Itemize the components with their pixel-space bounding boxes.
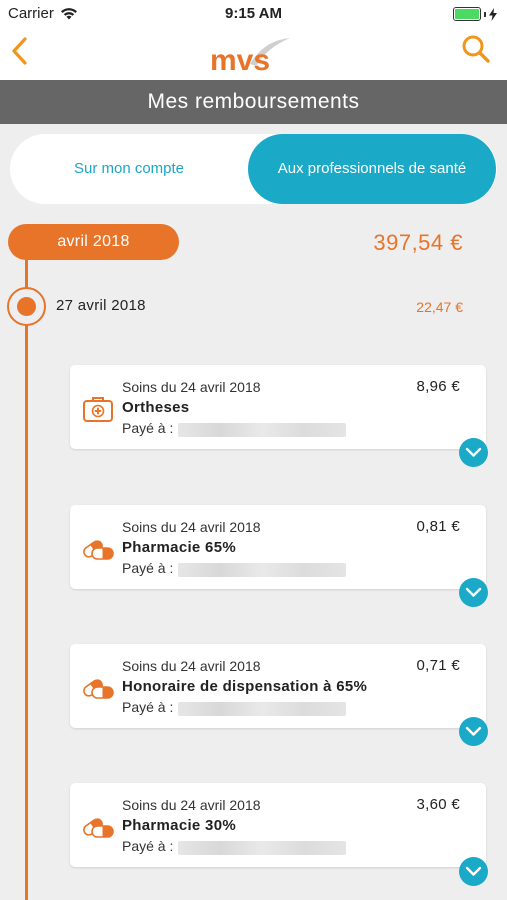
claim-label: Pharmacie 65% xyxy=(122,539,236,556)
pill-capsule-icon xyxy=(82,674,114,702)
clock: 9:15 AM xyxy=(225,5,282,22)
pill-capsule-icon xyxy=(82,535,114,563)
charging-bolt-icon xyxy=(489,7,497,21)
claim-date: Soins du 24 avril 2018 xyxy=(122,658,261,674)
redacted-payee xyxy=(178,841,346,855)
chevron-down-icon xyxy=(465,866,482,876)
day-marker xyxy=(7,287,46,326)
claim-card[interactable]: Soins du 24 avril 2018 3,60 € Pharmacie … xyxy=(70,783,488,886)
expand-button[interactable] xyxy=(459,438,488,467)
expand-button[interactable] xyxy=(459,857,488,886)
search-button[interactable] xyxy=(461,34,491,64)
chevron-down-icon xyxy=(465,587,482,597)
pill-capsule-icon xyxy=(82,813,114,841)
month-total: 397,54 € xyxy=(373,230,463,255)
expand-button[interactable] xyxy=(459,578,488,607)
paid-to-label: Payé à : xyxy=(122,838,174,854)
day-total: 22,47 € xyxy=(416,299,463,315)
claim-card[interactable]: Soins du 24 avril 2018 8,96 € Ortheses P… xyxy=(70,365,488,467)
claim-amount: 3,60 € xyxy=(416,796,460,813)
chevron-down-icon xyxy=(465,726,482,736)
battery-icon xyxy=(453,7,497,21)
claim-date: Soins du 24 avril 2018 xyxy=(122,797,261,813)
search-icon xyxy=(462,35,490,63)
claim-date: Soins du 24 avril 2018 xyxy=(122,519,261,535)
claim-amount: 0,81 € xyxy=(416,518,460,535)
chevron-down-icon xyxy=(465,447,482,457)
claim-amount: 8,96 € xyxy=(416,378,460,395)
segmented-control: Sur mon compte Aux professionnels de san… xyxy=(10,134,497,204)
paid-to-label: Payé à : xyxy=(122,560,174,576)
navigation-bar: mvs xyxy=(0,28,507,80)
redacted-payee xyxy=(178,423,346,437)
page-title: Mes remboursements xyxy=(0,80,507,124)
status-bar: Carrier 9:15 AM xyxy=(0,0,507,28)
month-header[interactable]: avril 2018 xyxy=(8,224,179,260)
claim-amount: 0,71 € xyxy=(416,657,460,674)
paid-to-label: Payé à : xyxy=(122,420,174,436)
day-label: 27 avril 2018 xyxy=(56,297,146,314)
back-button[interactable] xyxy=(8,34,32,68)
medical-kit-icon xyxy=(82,395,114,423)
claim-date: Soins du 24 avril 2018 xyxy=(122,379,261,395)
claim-label: Ortheses xyxy=(122,399,190,416)
tab-aux-professionnels[interactable]: Aux professionnels de santé xyxy=(248,134,496,204)
redacted-payee xyxy=(178,563,346,577)
chevron-left-icon xyxy=(12,37,27,65)
paid-to-label: Payé à : xyxy=(122,699,174,715)
tab-sur-mon-compte[interactable]: Sur mon compte xyxy=(10,134,248,204)
claim-card[interactable]: Soins du 24 avril 2018 0,71 € Honoraire … xyxy=(70,644,488,746)
redacted-payee xyxy=(178,702,346,716)
claim-card[interactable]: Soins du 24 avril 2018 0,81 € Pharmacie … xyxy=(70,505,488,607)
expand-button[interactable] xyxy=(459,717,488,746)
logo-text: mvs xyxy=(210,44,270,74)
claim-label: Pharmacie 30% xyxy=(122,817,236,834)
mvs-logo: mvs xyxy=(210,36,296,77)
claim-label: Honoraire de dispensation à 65% xyxy=(122,678,368,695)
timeline-line xyxy=(25,255,28,900)
